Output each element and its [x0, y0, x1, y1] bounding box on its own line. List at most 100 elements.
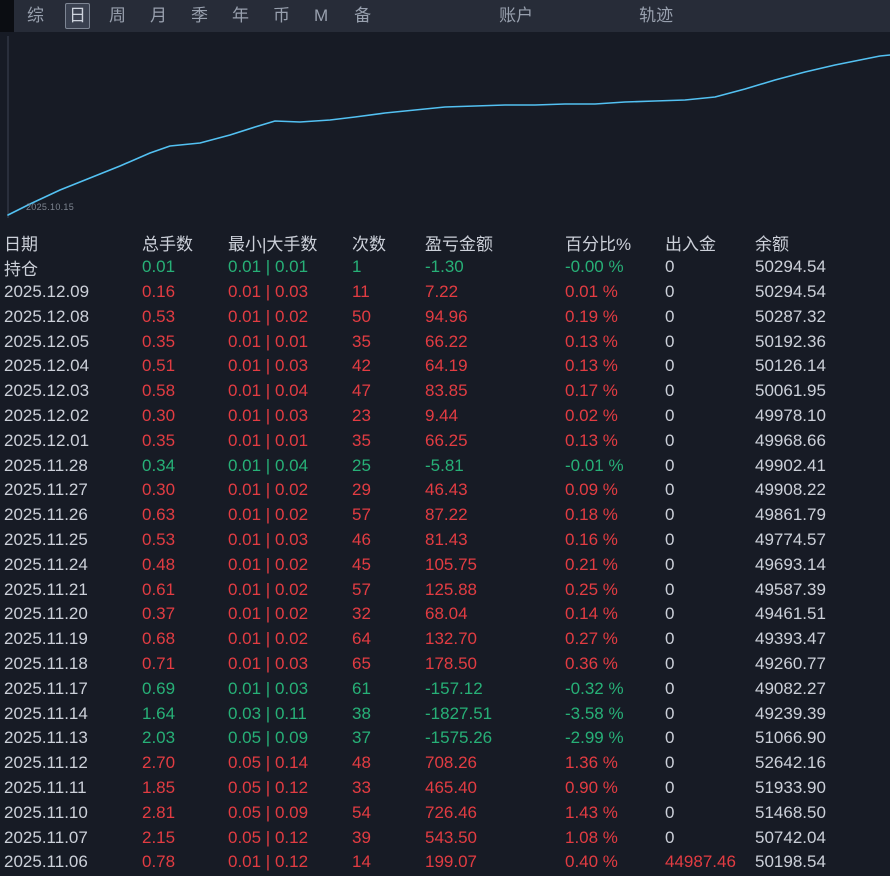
cell-total: 0.63	[142, 505, 176, 525]
table-row[interactable]: 2025.11.27 0.30 0.01 | 0.02 29 46.43 0.09 % 0 4…	[0, 478, 890, 503]
cell-deposit: 0	[665, 430, 675, 450]
cell-date: 2025.11.06	[4, 852, 88, 872]
cell-date: 2025.11.28	[4, 455, 88, 475]
table-row[interactable]: 2025.12.04 0.51 0.01 | 0.03 42 64.19 0.13 % 0 5…	[0, 354, 890, 379]
cell-pct: 0.27 %	[565, 629, 618, 649]
cell-pnl: 9.44	[425, 405, 459, 425]
cell-pct: 0.02 %	[565, 405, 618, 425]
cell-pct: -2.99 %	[565, 728, 624, 748]
table-row[interactable]: 2025.12.09 0.16 0.01 | 0.03 11 7.22 0.01 % 0 50…	[0, 280, 890, 305]
cell-pct: 0.14 %	[565, 604, 618, 624]
table-row[interactable]: 2025.12.03 0.58 0.01 | 0.04 47 83.85 0.17 % 0 5…	[0, 379, 890, 404]
cell-total: 0.71	[142, 653, 176, 673]
cell-balance: 50294.54	[755, 281, 826, 301]
table-row[interactable]: 2025.11.13 2.03 0.05 | 0.09 37 -1575.26 -2.99…	[0, 726, 890, 751]
cell-total: 1.64	[142, 703, 176, 723]
app-icon	[0, 0, 14, 32]
equity-line	[7, 54, 890, 216]
cell-minmax: 0.01 | 0.02	[228, 629, 309, 649]
table-row[interactable]: 2025.12.05 0.35 0.01 | 0.01 35 66.22 0.13 % 0 5…	[0, 329, 890, 354]
cell-minmax: 0.01 | 0.03	[228, 678, 309, 698]
cell-pct: 1.08 %	[565, 827, 618, 847]
cell-times: 29	[352, 480, 371, 500]
cell-total: 2.70	[142, 753, 176, 773]
cell-deposit: 0	[665, 827, 675, 847]
col-date: 日期	[4, 234, 38, 254]
cell-date: 2025.12.09	[4, 281, 90, 301]
cell-total: 0.01	[142, 257, 176, 277]
cell-times: 50	[352, 306, 371, 326]
table-row[interactable]: 2025.11.24 0.48 0.01 | 0.02 45 105.75 0.21 % 0…	[0, 552, 890, 577]
tab-nian[interactable]: 年	[229, 4, 252, 28]
cell-deposit: 0	[665, 480, 675, 500]
table-row[interactable]: 2025.11.17 0.69 0.01 | 0.03 61 -157.12 -0.32 …	[0, 676, 890, 701]
table-row[interactable]: 2025.11.19 0.68 0.01 | 0.02 64 132.70 0.27 % 0…	[0, 627, 890, 652]
table-row[interactable]: 2025.12.08 0.53 0.01 | 0.02 50 94.96 0.19 % 0 5…	[0, 304, 890, 329]
table-row[interactable]: 2025.11.28 0.34 0.01 | 0.04 25 -5.81 -0.01 % 0…	[0, 453, 890, 478]
cell-total: 2.15	[142, 827, 176, 847]
table-row[interactable]: 2025.11.07 2.15 0.05 | 0.12 39 543.50 1.08 % 0…	[0, 825, 890, 850]
cell-date: 2025.12.04	[4, 356, 90, 376]
cell-times: 65	[352, 653, 371, 673]
tab-M[interactable]: M	[311, 4, 331, 28]
col-pnl: 盈亏金额	[425, 234, 493, 254]
cell-times: 32	[352, 604, 371, 624]
cell-balance: 49693.14	[755, 554, 826, 574]
cell-total: 0.34	[142, 455, 176, 475]
cell-pnl: 708.26	[425, 753, 477, 773]
table-row[interactable]: 2025.11.12 2.70 0.05 | 0.14 48 708.26 1.36 % 0…	[0, 751, 890, 776]
cell-pnl: -1827.51	[425, 703, 493, 723]
cell-pnl: -1.30	[425, 257, 464, 277]
tab-zong[interactable]: 综	[24, 4, 47, 28]
tab-bi[interactable]: 币	[270, 4, 293, 28]
table-row[interactable]: 2025.11.25 0.53 0.01 | 0.03 46 81.43 0.16 % 0 4…	[0, 528, 890, 553]
cell-date: 2025.12.05	[4, 331, 90, 351]
cell-minmax: 0.01 | 0.01	[228, 331, 309, 351]
tab-zhanghu[interactable]: 账户	[496, 4, 536, 28]
table-row[interactable]: 2025.11.06 0.78 0.01 | 0.12 14 199.07 0.40 % 4…	[0, 850, 890, 875]
table-row[interactable]: 2025.11.14 1.64 0.03 | 0.11 38 -1827.51 -3.58…	[0, 701, 890, 726]
tab-yue[interactable]: 月	[147, 4, 170, 28]
table-row[interactable]: 2025.11.11 1.85 0.05 | 0.12 33 465.40 0.90 % 0…	[0, 776, 890, 801]
col-times: 次数	[352, 234, 386, 254]
table-row[interactable]: 2025.11.18 0.71 0.01 | 0.03 65 178.50 0.36 % 0…	[0, 652, 890, 677]
cell-minmax: 0.01 | 0.02	[228, 480, 309, 500]
table-row[interactable]: 2025.11.10 2.81 0.05 | 0.09 54 726.46 1.43 % 0…	[0, 800, 890, 825]
cell-minmax: 0.05 | 0.12	[228, 777, 309, 797]
table-row[interactable]: 持仓 0.01 0.01 | 0.01 1 -1.30 -0.00 % 0 50294.54	[0, 255, 890, 280]
cell-pct: 0.40 %	[565, 852, 618, 872]
cell-deposit: 0	[665, 703, 675, 723]
cell-pnl: -1575.26	[425, 728, 493, 748]
table-row[interactable]: 2025.11.20 0.37 0.01 | 0.02 32 68.04 0.14 % 0 4…	[0, 602, 890, 627]
table-row[interactable]: 2025.11.26 0.63 0.01 | 0.02 57 87.22 0.18 % 0 4…	[0, 503, 890, 528]
cell-balance: 49239.39	[755, 703, 826, 723]
tab-ji[interactable]: 季	[188, 4, 211, 28]
cell-minmax: 0.01 | 0.03	[228, 653, 309, 673]
cell-times: 42	[352, 356, 371, 376]
table-row[interactable]: 2025.12.02 0.30 0.01 | 0.03 23 9.44 0.02 % 0 49…	[0, 404, 890, 429]
cell-pnl: 83.85	[425, 381, 468, 401]
cell-times: 64	[352, 629, 371, 649]
tab-zhou[interactable]: 周	[106, 4, 129, 28]
cell-deposit: 0	[665, 753, 675, 773]
tab-ri[interactable]: 日	[65, 3, 90, 29]
cell-minmax: 0.01 | 0.03	[228, 405, 309, 425]
cell-times: 1	[352, 257, 362, 277]
cell-times: 38	[352, 703, 371, 723]
cell-minmax: 0.01 | 0.04	[228, 455, 309, 475]
cell-pnl: 7.22	[425, 281, 459, 301]
tab-guiji[interactable]: 轨迹	[636, 4, 676, 28]
table-row[interactable]: 2025.11.21 0.61 0.01 | 0.02 57 125.88 0.25 % 0…	[0, 577, 890, 602]
cell-deposit: 0	[665, 653, 675, 673]
cell-times: 57	[352, 579, 371, 599]
cell-balance: 49393.47	[755, 629, 826, 649]
cell-deposit: 0	[665, 381, 675, 401]
tab-bei[interactable]: 备	[351, 4, 374, 28]
table-row[interactable]: 2025.12.01 0.35 0.01 | 0.01 35 66.25 0.13 % 0 4…	[0, 428, 890, 453]
cell-times: 14	[352, 852, 371, 872]
cell-total: 0.61	[142, 579, 176, 599]
cell-balance: 52642.16	[755, 753, 826, 773]
cell-minmax: 0.01 | 0.04	[228, 381, 309, 401]
table-body: 持仓 0.01 0.01 | 0.01 1 -1.30 -0.00 % 0 50294.54 2…	[0, 255, 890, 875]
col-minmax: 最小|大手数	[228, 234, 318, 254]
